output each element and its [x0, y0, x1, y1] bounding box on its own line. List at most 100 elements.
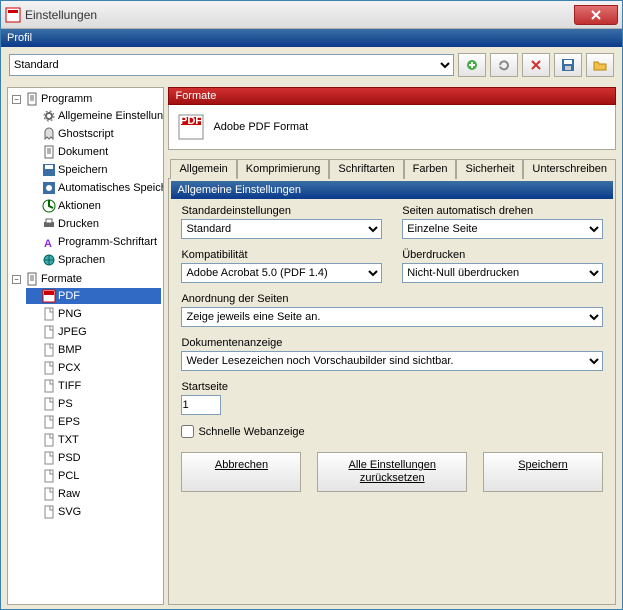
select-rotate[interactable]: Einzelne Seite	[402, 219, 603, 239]
profil-header: Profil	[1, 29, 622, 47]
settings-window: Einstellungen Profil Standard −ProgrammA…	[0, 0, 623, 610]
tree-item-jpeg[interactable]: JPEG	[26, 324, 161, 340]
label-fastweb: Schnelle Webanzeige	[198, 426, 304, 438]
tab-sicherheit[interactable]: Sicherheit	[456, 159, 523, 179]
checkbox-fastweb[interactable]	[181, 425, 194, 438]
field-standardeinstellungen: Standardeinstellungen Standard	[181, 205, 382, 239]
tree-item-aktionen[interactable]: Aktionen	[26, 198, 161, 214]
label-rotate: Seiten automatisch drehen	[402, 205, 603, 217]
right-pane: Formate PDF Adobe PDF Format AllgemeinKo…	[168, 87, 616, 605]
tree-item-label: Ghostscript	[58, 128, 114, 140]
autosave-icon	[42, 181, 56, 195]
ghost-icon	[42, 127, 56, 141]
tree-programm[interactable]: −Programm	[10, 91, 161, 107]
collapse-icon[interactable]: −	[12, 275, 21, 284]
tree-item-dokument[interactable]: Dokument	[26, 144, 161, 160]
tree-item-txt[interactable]: TXT	[26, 432, 161, 448]
panel-header: Allgemeine Einstellungen	[171, 181, 613, 199]
file-icon	[42, 415, 56, 429]
tree-item-label: Sprachen	[58, 254, 105, 266]
tree-item-speichern[interactable]: Speichern	[26, 162, 161, 178]
select-overprint[interactable]: Nicht-Null überdrucken	[402, 263, 603, 283]
file-icon	[42, 361, 56, 375]
tree-item-bmp[interactable]: BMP	[26, 342, 161, 358]
tree-item-eps[interactable]: EPS	[26, 414, 161, 430]
tab-allgemein[interactable]: Allgemein	[170, 159, 236, 179]
tree-item-label: PCL	[58, 470, 79, 482]
field-fastweb: Schnelle Webanzeige	[181, 425, 603, 438]
select-order[interactable]: Zeige jeweils eine Seite an.	[181, 307, 603, 327]
nav-tree[interactable]: −ProgrammAllgemeine Einstellungen Ghostsc…	[7, 87, 164, 605]
svg-text:PDF: PDF	[180, 115, 202, 127]
programm-icon	[25, 92, 39, 106]
file-icon	[42, 469, 56, 483]
tree-item-ps[interactable]: PS	[26, 396, 161, 412]
plus-icon	[464, 57, 480, 73]
formate-icon	[25, 272, 39, 286]
tree-label: Formate	[41, 273, 82, 285]
select-std[interactable]: Standard	[181, 219, 382, 239]
profil-delete-button[interactable]	[522, 53, 550, 77]
tree-formate[interactable]: − Formate	[10, 271, 161, 287]
titlebar: Einstellungen	[1, 1, 622, 29]
profil-select[interactable]: Standard	[9, 54, 454, 76]
tree-item-allgemeine-einstellungen[interactable]: Allgemeine Einstellungen	[26, 108, 161, 124]
tree-item-label: SVG	[58, 506, 81, 518]
tree-item-pcx[interactable]: PCX	[26, 360, 161, 376]
profil-save-button[interactable]	[554, 53, 582, 77]
select-docview[interactable]: Weder Lesezeichen noch Vorschaubilder si…	[181, 351, 603, 371]
tree-item-label: Drucken	[58, 218, 99, 230]
input-startpage[interactable]	[181, 395, 221, 415]
tree-item-programm-schriftart[interactable]: AProgramm-Schriftart	[26, 234, 161, 250]
tree-item-sprachen[interactable]: Sprachen	[26, 252, 161, 268]
tree-item-pdf[interactable]: PDF	[26, 288, 161, 304]
tab-panel: Allgemeine Einstellungen Standardeinstel…	[168, 179, 616, 605]
profil-add-button[interactable]	[458, 53, 486, 77]
close-button[interactable]	[574, 5, 618, 25]
tabs: AllgemeinKomprimierungSchriftartenFarben…	[168, 158, 616, 179]
profil-label: Profil	[7, 32, 32, 44]
tree-item-label: Speichern	[58, 164, 108, 176]
save-button[interactable]: Speichern	[483, 452, 603, 492]
file-icon	[42, 307, 56, 321]
tree-item-drucken[interactable]: Drucken	[26, 216, 161, 232]
tab-komprimierung[interactable]: Komprimierung	[237, 159, 330, 179]
tree-item-label: BMP	[58, 344, 82, 356]
folder-icon	[592, 57, 608, 73]
tree-item-ghostscript[interactable]: Ghostscript	[26, 126, 161, 142]
file-icon	[42, 343, 56, 357]
tree-item-label: PCX	[58, 362, 81, 374]
tree-item-svg[interactable]: SVG	[26, 504, 161, 520]
collapse-icon[interactable]: −	[12, 95, 21, 104]
tree-item-psd[interactable]: PSD	[26, 450, 161, 466]
reset-button[interactable]: Alle Einstellungen zurücksetzen	[317, 452, 467, 492]
label-docview: Dokumentenanzeige	[181, 337, 603, 349]
tree-item-label: Aktionen	[58, 200, 101, 212]
gear-icon	[42, 109, 56, 123]
file-icon	[42, 397, 56, 411]
tree-item-png[interactable]: PNG	[26, 306, 161, 322]
file-icon	[42, 487, 56, 501]
svg-text:A: A	[44, 238, 52, 249]
select-compat[interactable]: Adobe Acrobat 5.0 (PDF 1.4)	[181, 263, 382, 283]
button-bar: Abbrechen Alle Einstellungen zurücksetze…	[169, 442, 615, 502]
pdf-icon: PDF	[177, 113, 205, 141]
tree-item-automatisches-speichern[interactable]: Automatisches Speichern	[26, 180, 161, 196]
tree-item-tiff[interactable]: TIFF	[26, 378, 161, 394]
tree-item-raw[interactable]: Raw	[26, 486, 161, 502]
tab-schriftarten[interactable]: Schriftarten	[329, 159, 403, 179]
profil-toolbar: Standard	[1, 47, 622, 83]
cancel-button[interactable]: Abbrechen	[181, 452, 301, 492]
tree-item-label: Automatisches Speichern	[58, 182, 164, 194]
profil-refresh-button[interactable]	[490, 53, 518, 77]
action-icon	[42, 199, 56, 213]
label-std: Standardeinstellungen	[181, 205, 382, 217]
tab-farben[interactable]: Farben	[404, 159, 457, 179]
file-icon	[42, 433, 56, 447]
tab-unterschreiben[interactable]: Unterschreiben	[523, 159, 616, 179]
doc-icon	[42, 145, 56, 159]
app-icon	[5, 7, 21, 23]
file-icon	[42, 379, 56, 393]
tree-item-pcl[interactable]: PCL	[26, 468, 161, 484]
profil-open-button[interactable]	[586, 53, 614, 77]
